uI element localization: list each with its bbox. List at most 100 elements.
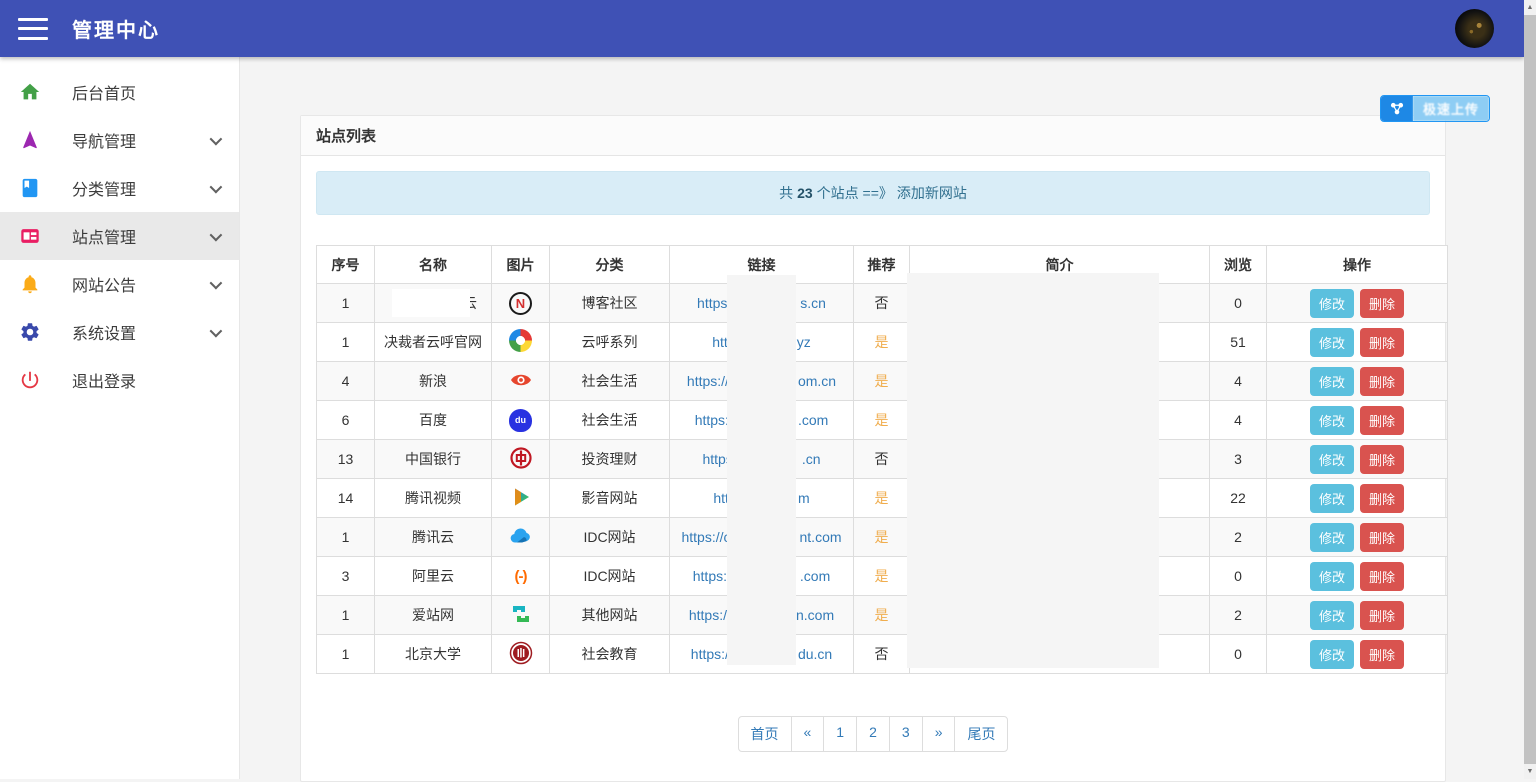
cell-site-name: 爱站网 — [375, 596, 492, 635]
site-card-icon — [18, 224, 42, 248]
page-1[interactable]: 1 — [823, 716, 857, 752]
cell-category: 社会教育 — [550, 635, 670, 674]
table-row: 1决裁者云呼官网云呼系列httyz是51修改删除 — [317, 323, 1448, 362]
scroll-down-icon[interactable]: ▼ — [1524, 764, 1536, 779]
quick-upload-label: 极速上传 — [1413, 96, 1489, 121]
cell-views: 3 — [1210, 440, 1267, 479]
sina-icon — [509, 379, 533, 395]
recommended-flag: 是 — [875, 490, 889, 506]
edit-button[interactable]: 修改 — [1310, 328, 1354, 357]
delete-button[interactable]: 删除 — [1360, 562, 1404, 591]
edit-button[interactable]: 修改 — [1310, 445, 1354, 474]
cell-views: 0 — [1210, 284, 1267, 323]
cell-index: 1 — [317, 635, 375, 674]
n-badge-icon: N — [509, 295, 532, 311]
chevron-down-icon — [210, 276, 223, 289]
cell-actions: 修改删除 — [1267, 401, 1448, 440]
site-list-panel: 站点列表 共 23 个站点 ==》 添加新网站 序号名称图片分类链接推荐简介浏览… — [300, 115, 1446, 782]
page-prev[interactable]: « — [791, 716, 825, 752]
edit-button[interactable]: 修改 — [1310, 562, 1354, 591]
page-2[interactable]: 2 — [856, 716, 890, 752]
panel-title: 站点列表 — [301, 116, 1445, 156]
cell-site-name: 腾讯视频 — [375, 479, 492, 518]
cell-actions: 修改删除 — [1267, 362, 1448, 401]
edit-button[interactable]: 修改 — [1310, 484, 1354, 513]
table-row: 4新浪社会生活https://om.cn是4修改删除 — [317, 362, 1448, 401]
cell-index: 1 — [317, 596, 375, 635]
edit-button[interactable]: 修改 — [1310, 367, 1354, 396]
sidebar: 后台首页导航管理分类管理站点管理网站公告系统设置退出登录 — [0, 57, 240, 779]
delete-button[interactable]: 删除 — [1360, 289, 1404, 318]
table-row: 13中国银行投资理财https.cn否3修改删除 — [317, 440, 1448, 479]
cell-views: 4 — [1210, 401, 1267, 440]
cell-recommended: 是 — [854, 596, 910, 635]
avatar[interactable] — [1455, 9, 1494, 48]
cell-recommended: 是 — [854, 401, 910, 440]
column-header: 操作 — [1267, 246, 1448, 284]
cell-site-name: 百度 — [375, 401, 492, 440]
recommended-flag: 否 — [875, 295, 889, 311]
cell-site-icon — [492, 323, 550, 362]
edit-button[interactable]: 修改 — [1310, 289, 1354, 318]
recommended-flag: 否 — [875, 451, 889, 467]
scroll-up-icon[interactable]: ▲ — [1524, 0, 1536, 15]
cell-recommended: 否 — [854, 284, 910, 323]
summary-prefix: 共 — [779, 183, 793, 203]
edit-button[interactable]: 修改 — [1310, 523, 1354, 552]
delete-button[interactable]: 删除 — [1360, 601, 1404, 630]
cell-category: 其他网站 — [550, 596, 670, 635]
edit-button[interactable]: 修改 — [1310, 406, 1354, 435]
delete-button[interactable]: 删除 — [1360, 406, 1404, 435]
cell-views: 0 — [1210, 635, 1267, 674]
column-header: 分类 — [550, 246, 670, 284]
cell-views: 4 — [1210, 362, 1267, 401]
delete-button[interactable]: 删除 — [1360, 484, 1404, 513]
column-header: 图片 — [492, 246, 550, 284]
sidebar-item-2[interactable]: 分类管理 — [0, 164, 239, 212]
menu-icon[interactable] — [18, 18, 48, 40]
cell-recommended: 否 — [854, 440, 910, 479]
add-site-link[interactable]: 添加新网站 — [897, 183, 967, 203]
cell-category: 社会生活 — [550, 401, 670, 440]
site-table-wrap: 序号名称图片分类链接推荐简介浏览操作 1云N博客社区https:s.cn否0修改… — [316, 245, 1430, 674]
sidebar-item-6[interactable]: 退出登录 — [0, 356, 239, 404]
cell-category: 云呼系列 — [550, 323, 670, 362]
scrollbar-thumb[interactable] — [1524, 15, 1536, 764]
cell-actions: 修改删除 — [1267, 518, 1448, 557]
aliyun-icon: (-) — [515, 568, 527, 584]
gear-icon — [18, 320, 42, 344]
quick-upload-button[interactable]: 极速上传 — [1380, 95, 1490, 122]
edit-button[interactable]: 修改 — [1310, 601, 1354, 630]
delete-button[interactable]: 删除 — [1360, 328, 1404, 357]
page-3[interactable]: 3 — [889, 716, 923, 752]
sidebar-item-5[interactable]: 系统设置 — [0, 308, 239, 356]
scrollbar[interactable]: ▲ ▼ — [1524, 0, 1536, 779]
table-row: 1爱站网其他网站https:/n.com是2修改删除 — [317, 596, 1448, 635]
sidebar-item-3[interactable]: 站点管理 — [0, 212, 239, 260]
delete-button[interactable]: 删除 — [1360, 523, 1404, 552]
table-row: 1北京大学社会教育https:/du.cn否0修改删除 — [317, 635, 1448, 674]
sidebar-item-1[interactable]: 导航管理 — [0, 116, 239, 164]
delete-button[interactable]: 删除 — [1360, 367, 1404, 396]
power-icon — [18, 368, 42, 392]
cell-recommended: 是 — [854, 362, 910, 401]
table-row: 1云N博客社区https:s.cn否0修改删除 — [317, 284, 1448, 323]
cell-actions: 修改删除 — [1267, 440, 1448, 479]
delete-button[interactable]: 删除 — [1360, 445, 1404, 474]
page-first[interactable]: 首页 — [738, 716, 792, 752]
chevron-down-icon — [210, 228, 223, 241]
delete-button[interactable]: 删除 — [1360, 640, 1404, 669]
page-next[interactable]: » — [922, 716, 956, 752]
recommended-flag: 是 — [875, 607, 889, 623]
summary-middle: 个站点 ==》 — [817, 183, 893, 203]
sidebar-item-0[interactable]: 后台首页 — [0, 68, 239, 116]
sidebar-item-4[interactable]: 网站公告 — [0, 260, 239, 308]
page-last[interactable]: 尾页 — [954, 716, 1008, 752]
table-row: 1腾讯云IDC网站https://cnt.com是2修改删除 — [317, 518, 1448, 557]
link-redaction-overlay — [727, 275, 796, 665]
edit-button[interactable]: 修改 — [1310, 640, 1354, 669]
cell-site-icon — [492, 479, 550, 518]
cell-actions: 修改删除 — [1267, 479, 1448, 518]
table-row: 14腾讯视频影音网站httm是22修改删除 — [317, 479, 1448, 518]
chevron-down-icon — [210, 132, 223, 145]
